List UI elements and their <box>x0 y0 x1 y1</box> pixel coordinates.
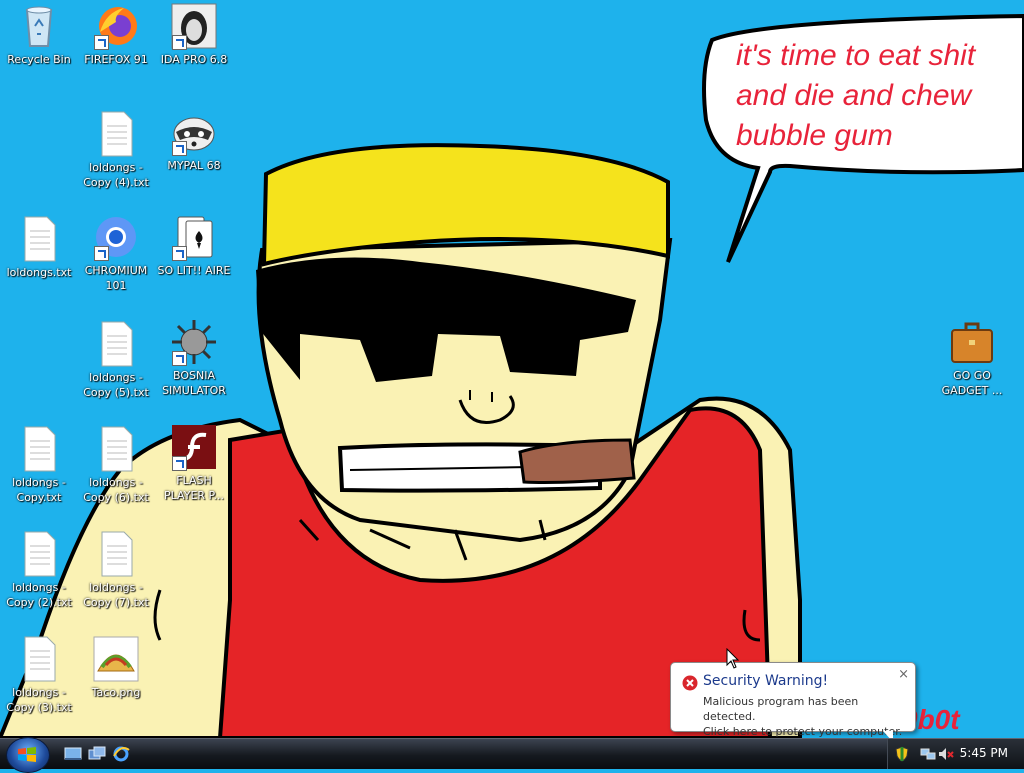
desktop-icon-flash-player[interactable]: FLASH PLAYER P... <box>156 423 232 503</box>
raccoon-icon <box>170 108 218 156</box>
shortcut-arrow-icon <box>94 246 109 261</box>
taskbar: 5:45 PM <box>0 737 1024 773</box>
text-file-icon <box>15 635 63 683</box>
desktop-icon-taco[interactable]: Taco.png <box>78 635 154 700</box>
spiked-mine-icon <box>170 318 218 366</box>
desktop-icon-loldongs-copy-5[interactable]: loldongs - Copy (5).txt <box>78 320 154 400</box>
balloon-message[interactable]: Malicious program has been detected. Cli… <box>703 694 908 739</box>
icon-label: loldongs - Copy (2).txt <box>6 581 72 609</box>
icon-label: SO LIT!! AIRE <box>157 264 231 277</box>
balloon-line-1: Malicious program has been detected. <box>703 695 859 723</box>
desktop-icon-loldongs-copy-2[interactable]: loldongs - Copy (2).txt <box>1 530 77 610</box>
desktop-icon-recycle-bin[interactable]: Recycle Bin <box>1 2 77 67</box>
icon-label: loldongs - Copy (6).txt <box>83 476 149 504</box>
desktop-icon-bosnia-simulator[interactable]: BOSNIA SIMULATOR <box>156 318 232 398</box>
icon-label: BOSNIA SIMULATOR <box>162 369 226 397</box>
desktop-icon-ida-pro[interactable]: IDA PRO 6.8 <box>156 2 232 67</box>
security-warning-balloon[interactable]: Security Warning! Malicious program has … <box>670 662 916 742</box>
desktop-icon-loldongs-copy[interactable]: loldongs - Copy.txt <box>1 425 77 505</box>
internet-explorer-icon[interactable] <box>112 746 130 762</box>
balloon-title: Security Warning! <box>703 673 829 689</box>
shortcut-arrow-icon <box>172 35 187 50</box>
text-file-icon <box>15 215 63 263</box>
icon-label: loldongs - Copy (3).txt <box>6 686 72 714</box>
balloon-line-2: Click here to protect your computer. <box>703 725 903 738</box>
icon-label: Taco.png <box>91 686 141 699</box>
icon-label: loldongs - Copy (5).txt <box>83 371 149 399</box>
mouse-cursor-icon <box>726 648 740 669</box>
recycle-bin-icon <box>15 2 63 50</box>
windows-logo-icon <box>18 747 36 762</box>
volume-muted-icon[interactable] <box>938 746 954 762</box>
text-file-icon <box>15 530 63 578</box>
desktop-icon-loldongs-copy-7[interactable]: loldongs - Copy (7).txt <box>78 530 154 610</box>
text-file-icon <box>92 320 140 368</box>
desktop-icon-chromium[interactable]: CHROMIUM 101 <box>78 213 154 293</box>
firefox-icon <box>92 2 140 50</box>
switch-windows-icon[interactable] <box>88 746 106 762</box>
icon-label: GO GO GADGET ... <box>941 369 1003 397</box>
security-shield-icon[interactable] <box>894 746 910 762</box>
icon-label: MYPAL 68 <box>167 159 221 172</box>
system-tray: 5:45 PM <box>887 739 1024 769</box>
icon-label: IDA PRO 6.8 <box>160 53 228 66</box>
icon-label: loldongs.txt <box>6 266 72 279</box>
shortcut-arrow-icon <box>172 141 187 156</box>
desktop-icon-go-go-gadget[interactable]: GO GO GADGET ... <box>934 318 1010 398</box>
ida-pro-icon <box>170 2 218 50</box>
desktop-icon-solitaire[interactable]: SO LIT!! AIRE <box>156 213 232 278</box>
desktop-icon-firefox[interactable]: FIREFOX 91 <box>78 2 154 67</box>
chromium-icon <box>92 213 140 261</box>
desktop-icon-loldongs[interactable]: loldongs.txt <box>1 215 77 280</box>
icon-label: Recycle Bin <box>7 53 71 66</box>
speech-bubble-text: it's time to eat shit and die and chew b… <box>736 39 976 152</box>
briefcase-icon <box>948 318 996 366</box>
icon-label: loldongs - Copy.txt <box>12 476 66 504</box>
taskbar-clock[interactable]: 5:45 PM <box>960 746 1008 760</box>
desktop-icon-mypal[interactable]: MYPAL 68 <box>156 108 232 173</box>
balloon-close-button[interactable]: × <box>898 667 909 682</box>
text-file-icon <box>92 425 140 473</box>
show-desktop-icon[interactable] <box>64 746 82 762</box>
desktop-icon-loldongs-copy-4[interactable]: loldongs - Copy (4).txt <box>78 110 154 190</box>
icon-label: CHROMIUM 101 <box>84 264 148 292</box>
desktop-icon-loldongs-copy-3[interactable]: loldongs - Copy (3).txt <box>1 635 77 715</box>
text-file-icon <box>92 530 140 578</box>
icon-label: FIREFOX 91 <box>84 53 148 66</box>
icon-label: loldongs - Copy (4).txt <box>83 161 149 189</box>
playing-cards-icon <box>170 213 218 261</box>
network-icon[interactable] <box>920 746 936 762</box>
error-icon <box>682 675 698 691</box>
shortcut-arrow-icon <box>172 456 187 471</box>
text-file-icon <box>92 110 140 158</box>
shortcut-arrow-icon <box>172 246 187 261</box>
taco-image-icon <box>92 635 140 683</box>
shortcut-arrow-icon <box>94 35 109 50</box>
text-file-icon <box>15 425 63 473</box>
icon-label: FLASH PLAYER P... <box>164 474 224 502</box>
shortcut-arrow-icon <box>172 351 187 366</box>
flash-player-icon <box>170 423 218 471</box>
desktop-icon-loldongs-copy-6[interactable]: loldongs - Copy (6).txt <box>78 425 154 505</box>
icon-label: loldongs - Copy (7).txt <box>83 581 149 609</box>
